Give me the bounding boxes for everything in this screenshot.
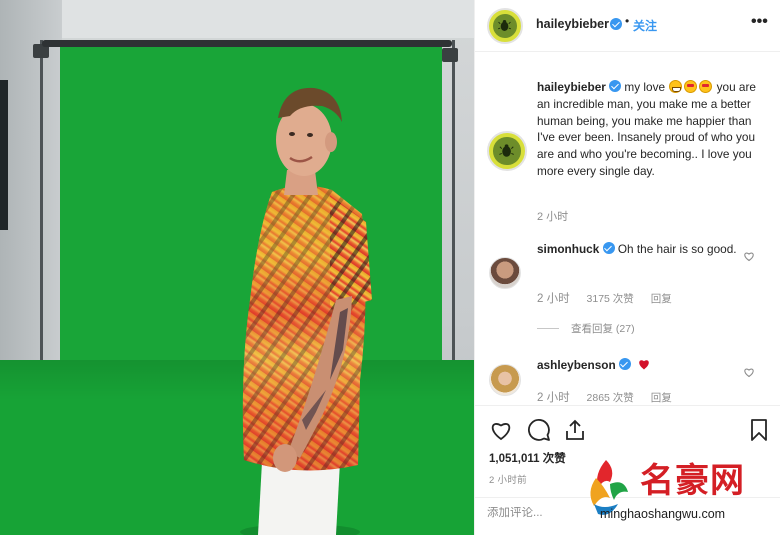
bug-icon: [499, 144, 515, 158]
heart-eyes-emoji-icon: [699, 80, 713, 93]
reply-button[interactable]: 回复: [651, 293, 672, 305]
follow-button[interactable]: 关注: [633, 17, 657, 34]
comment-username[interactable]: ashleybenson: [537, 358, 616, 372]
post-caption: haileybieber my love you are an incredib…: [537, 79, 769, 180]
replies-divider: [537, 328, 559, 329]
red-heart-emoji-icon: [639, 360, 650, 370]
avatar[interactable]: [487, 8, 523, 44]
heart-eyes-emoji-icon: [684, 80, 698, 93]
bookmark-icon[interactable]: [747, 418, 771, 442]
caption-text-start: my love: [621, 80, 669, 94]
like-heart-icon[interactable]: [489, 418, 513, 442]
more-horizontal-icon[interactable]: •••: [751, 14, 768, 30]
comment-avatar-ashleybenson[interactable]: [489, 364, 521, 396]
add-comment-input[interactable]: [487, 507, 587, 519]
bug-icon: [498, 20, 512, 32]
caption-text-body: you are an incredible man, you make me a…: [537, 80, 756, 178]
grinning-emoji-icon: [669, 80, 683, 93]
share-upload-icon[interactable]: [563, 418, 587, 442]
comment-text: Oh the hair is so good.: [614, 242, 737, 256]
likes-count[interactable]: 1,051,011 次赞: [489, 450, 566, 466]
watermark-title: 名豪网: [640, 461, 745, 501]
comment-bubble-icon[interactable]: [527, 418, 551, 442]
caption-username[interactable]: haileybieber: [537, 80, 606, 94]
caption-avatar[interactable]: [487, 131, 527, 171]
caption-timestamp: 2 小时: [537, 211, 569, 223]
verified-badge-icon: [610, 18, 622, 30]
verified-badge-icon: [618, 358, 631, 370]
post-author-username[interactable]: haileybieber: [536, 17, 609, 31]
separator-dot: •: [625, 14, 630, 28]
person-figure: [240, 87, 372, 535]
post-header: haileybieber • 关注 •••: [475, 0, 780, 52]
post-timestamp: 2 小时前: [489, 475, 527, 486]
comment-username[interactable]: simonhuck: [537, 242, 599, 256]
comment-avatar-simonhuck[interactable]: [489, 257, 521, 289]
comment-timestamp: 2 小时: [537, 293, 570, 305]
verified-badge-icon: [609, 80, 622, 92]
verified-badge-icon: [602, 242, 615, 254]
comment-like-heart-icon[interactable]: [743, 366, 755, 378]
view-replies-label: 查看回复 (27): [571, 323, 635, 335]
comment-timestamp: 2 小时: [537, 392, 570, 404]
reply-button[interactable]: 回复: [651, 392, 672, 404]
comment-meta: 2 小时 2865 次赞 回复: [537, 389, 686, 405]
comment-likes-count[interactable]: 2865 次赞: [587, 392, 634, 404]
watermark-url: minghaoshangwu.com: [600, 507, 726, 521]
view-replies-button[interactable]: 查看回复 (27): [537, 321, 635, 336]
post-photo[interactable]: [0, 0, 474, 535]
comment-likes-count[interactable]: 3175 次赞: [587, 293, 634, 305]
comment-like-heart-icon[interactable]: [743, 250, 755, 262]
comment-item: ashleybenson: [537, 357, 742, 374]
comment-meta: 2 小时 3175 次赞 回复: [537, 290, 686, 306]
comment-item: simonhuck Oh the hair is so good.: [537, 241, 742, 258]
